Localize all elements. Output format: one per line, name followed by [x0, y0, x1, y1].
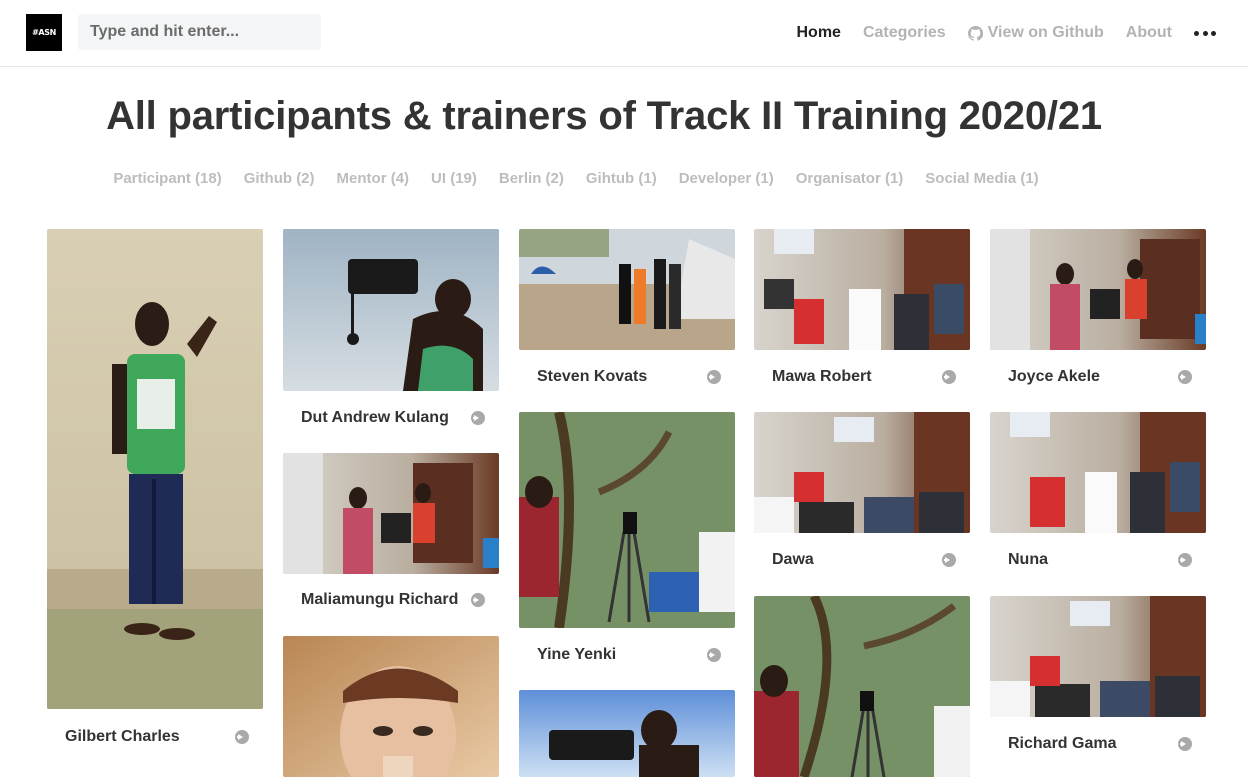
participant-card[interactable]: Richard Gama	[990, 596, 1206, 758]
more-menu-icon[interactable]	[1194, 30, 1216, 36]
participant-photo[interactable]	[754, 412, 970, 533]
participant-photo[interactable]	[519, 690, 735, 777]
main-nav: Home Categories View on Github About	[796, 0, 1248, 66]
participant-photo[interactable]	[754, 596, 970, 777]
tag-item[interactable]: Participant (18)	[113, 170, 221, 187]
participant-photo[interactable]	[754, 229, 970, 350]
participant-photo[interactable]	[990, 412, 1206, 533]
arrow-right-icon[interactable]	[1178, 553, 1192, 567]
github-icon	[967, 25, 983, 41]
tag-item[interactable]: Developer (1)	[679, 170, 774, 187]
participant-photo[interactable]	[283, 636, 499, 777]
participant-card[interactable]: Maliamungu Richard	[283, 453, 499, 614]
tag-item[interactable]: Github (2)	[244, 170, 315, 187]
participant-card[interactable]: Mawa Robert	[754, 229, 970, 391]
nav-home[interactable]: Home	[796, 24, 840, 42]
tag-item[interactable]: UI (19)	[431, 170, 477, 187]
arrow-right-icon[interactable]	[235, 730, 249, 744]
participant-photo[interactable]	[47, 229, 263, 709]
tag-item[interactable]: Mentor (4)	[337, 170, 410, 187]
participant-photo[interactable]	[283, 229, 499, 391]
participant-name[interactable]: Nuna	[1008, 551, 1048, 569]
participant-name[interactable]: Dawa	[772, 551, 814, 569]
arrow-right-icon[interactable]	[471, 593, 485, 607]
participant-card[interactable]: Joyce Akele	[990, 229, 1206, 391]
participant-card[interactable]	[283, 636, 499, 777]
search-input[interactable]	[78, 14, 321, 50]
participant-card[interactable]: Yine Yenki	[519, 412, 735, 669]
nav-github[interactable]: View on Github	[967, 24, 1104, 42]
arrow-right-icon[interactable]	[1178, 737, 1192, 751]
participant-photo[interactable]	[990, 596, 1206, 717]
arrow-right-icon[interactable]	[471, 411, 485, 425]
tag-item[interactable]: Berlin (2)	[499, 170, 564, 187]
participant-card[interactable]: Dut Andrew Kulang	[283, 229, 499, 432]
participant-photo[interactable]	[990, 229, 1206, 350]
tag-list: Participant (18) Github (2) Mentor (4) U…	[0, 170, 1152, 187]
participant-name[interactable]: Steven Kovats	[537, 368, 647, 386]
page-title: All participants & trainers of Track II …	[106, 94, 1102, 138]
nav-github-label: View on Github	[987, 24, 1104, 41]
participant-name[interactable]: Dut Andrew Kulang	[301, 409, 449, 427]
arrow-right-icon[interactable]	[1178, 370, 1192, 384]
participant-card[interactable]	[754, 596, 970, 777]
participant-name[interactable]: Joyce Akele	[1008, 368, 1100, 386]
participant-name[interactable]: Mawa Robert	[772, 368, 872, 386]
participant-card[interactable]: Gilbert Charles	[47, 229, 263, 751]
participant-name[interactable]: Gilbert Charles	[65, 728, 180, 746]
site-logo[interactable]: #ASN net	[26, 14, 62, 51]
arrow-right-icon[interactable]	[942, 370, 956, 384]
participant-photo[interactable]	[283, 453, 499, 574]
participant-card[interactable]: Steven Kovats	[519, 229, 735, 391]
arrow-right-icon[interactable]	[707, 648, 721, 662]
top-navbar: #ASN net Home Categories View on Github …	[0, 0, 1248, 67]
participant-photo[interactable]	[519, 412, 735, 628]
participant-name[interactable]: Maliamungu Richard	[301, 591, 458, 609]
participant-name[interactable]: Richard Gama	[1008, 735, 1116, 753]
tag-item[interactable]: Gihtub (1)	[586, 170, 657, 187]
participant-photo[interactable]	[519, 229, 735, 350]
tag-item[interactable]: Social Media (1)	[925, 170, 1038, 187]
participant-name[interactable]: Yine Yenki	[537, 646, 616, 664]
participant-card[interactable]: Dawa	[754, 412, 970, 574]
tag-item[interactable]: Organisator (1)	[796, 170, 904, 187]
nav-categories[interactable]: Categories	[863, 24, 946, 42]
participant-card[interactable]	[519, 690, 735, 777]
arrow-right-icon[interactable]	[942, 553, 956, 567]
nav-about[interactable]: About	[1126, 24, 1172, 42]
arrow-right-icon[interactable]	[707, 370, 721, 384]
participant-card[interactable]: Nuna	[990, 412, 1206, 574]
